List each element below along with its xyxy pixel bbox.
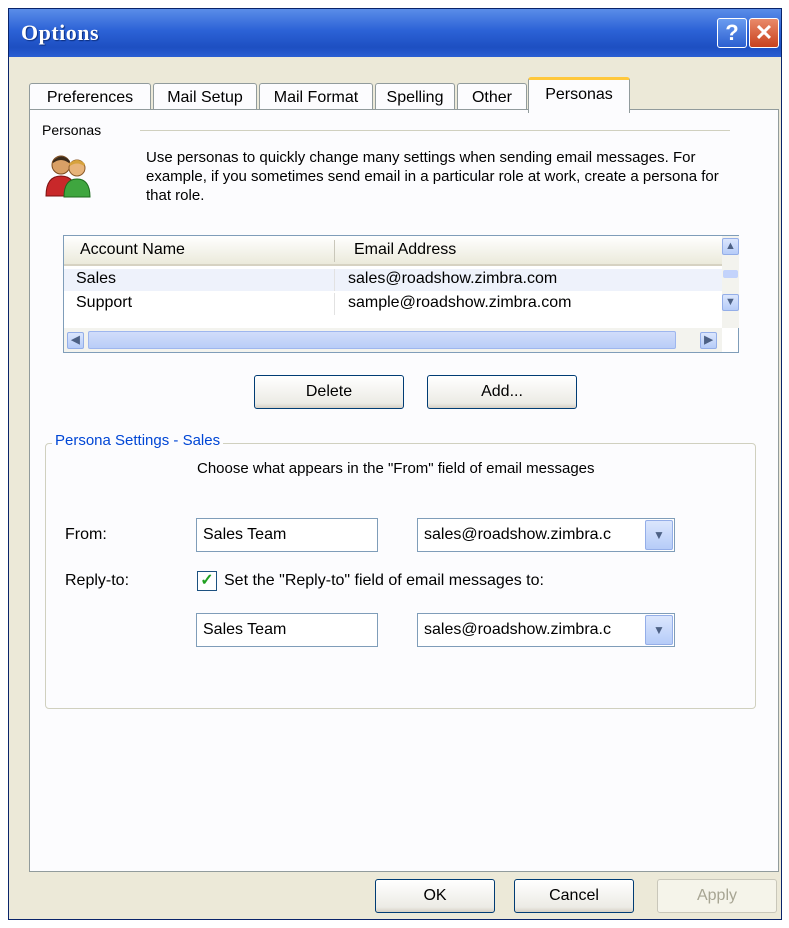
apply-button[interactable]: Apply bbox=[657, 879, 777, 913]
list-header: Account Name Email Address bbox=[64, 236, 722, 266]
horizontal-scroll-thumb[interactable] bbox=[88, 331, 676, 349]
window-title: Options bbox=[21, 20, 100, 45]
personas-separator bbox=[140, 130, 730, 131]
people-icon bbox=[45, 155, 91, 198]
tab-other[interactable]: Other bbox=[457, 83, 527, 111]
email-address-cell: sales@roadshow.zimbra.com bbox=[348, 270, 558, 287]
list-row-support[interactable]: Support sample@roadshow.zimbra.com bbox=[64, 293, 722, 315]
vertical-scroll-thumb[interactable] bbox=[723, 270, 738, 278]
reply-to-name-input[interactable]: Sales Team bbox=[196, 613, 378, 647]
cancel-button[interactable]: Cancel bbox=[514, 879, 634, 913]
scroll-right-icon[interactable]: ▶ bbox=[700, 332, 717, 349]
column-divider[interactable] bbox=[334, 240, 335, 262]
scroll-left-icon[interactable]: ◀ bbox=[67, 332, 84, 349]
personas-list: Account Name Email Address Sales sales@r… bbox=[63, 235, 739, 353]
options-dialog: Options ? ✕ Preferences Mail Setup Mail … bbox=[8, 8, 782, 920]
vertical-scrollbar[interactable]: ▲ ▼ bbox=[722, 236, 739, 328]
list-row-sales[interactable]: Sales sales@roadshow.zimbra.com bbox=[64, 269, 722, 291]
scroll-up-icon[interactable]: ▲ bbox=[722, 238, 739, 255]
column-email-address[interactable]: Email Address bbox=[354, 241, 456, 259]
from-name-input[interactable]: Sales Team bbox=[196, 518, 378, 552]
from-label: From: bbox=[65, 526, 107, 543]
from-email-select[interactable]: sales@roadshow.zimbra.c ▼ bbox=[417, 518, 675, 552]
help-button[interactable]: ? bbox=[717, 18, 747, 48]
personas-description: Use personas to quickly change many sett… bbox=[146, 149, 719, 204]
delete-button[interactable]: Delete bbox=[254, 375, 404, 409]
add-button[interactable]: Add... bbox=[427, 375, 577, 409]
horizontal-scrollbar[interactable]: ◀ ▶ bbox=[64, 328, 722, 352]
tab-spelling[interactable]: Spelling bbox=[375, 83, 455, 111]
account-name-cell: Support bbox=[76, 294, 133, 311]
chevron-down-icon[interactable]: ▼ bbox=[645, 615, 673, 645]
email-address-cell: sample@roadshow.zimbra.com bbox=[348, 294, 572, 311]
reply-to-email-select[interactable]: sales@roadshow.zimbra.c ▼ bbox=[417, 613, 675, 647]
scroll-down-icon[interactable]: ▼ bbox=[722, 294, 739, 311]
reply-to-email-value: sales@roadshow.zimbra.c bbox=[424, 621, 611, 638]
tab-mail-format[interactable]: Mail Format bbox=[259, 83, 373, 111]
personas-group-label: Personas bbox=[40, 122, 104, 138]
title-bar[interactable]: Options ? ✕ bbox=[9, 9, 781, 57]
reply-to-label: Reply-to: bbox=[65, 572, 130, 589]
ok-button[interactable]: OK bbox=[375, 879, 495, 913]
reply-to-checkbox-label[interactable]: Set the "Reply-to" field of email messag… bbox=[224, 572, 544, 590]
account-name-cell: Sales bbox=[76, 270, 117, 287]
tab-personas[interactable]: Personas bbox=[528, 77, 630, 113]
cell-divider bbox=[334, 293, 335, 315]
chevron-down-icon[interactable]: ▼ bbox=[645, 520, 673, 550]
from-email-value: sales@roadshow.zimbra.c bbox=[424, 526, 611, 543]
tab-mail-setup[interactable]: Mail Setup bbox=[153, 83, 257, 111]
from-instruction: Choose what appears in the "From" field … bbox=[197, 460, 595, 477]
column-account-name[interactable]: Account Name bbox=[80, 241, 185, 259]
reply-to-checkbox[interactable]: ✓ bbox=[197, 571, 217, 591]
personas-panel: Personas Use personas to quickly change … bbox=[29, 109, 779, 872]
cell-divider bbox=[334, 269, 335, 291]
close-button[interactable]: ✕ bbox=[749, 18, 779, 48]
persona-settings-title: Persona Settings - Sales bbox=[52, 432, 224, 449]
tab-preferences[interactable]: Preferences bbox=[29, 83, 151, 111]
